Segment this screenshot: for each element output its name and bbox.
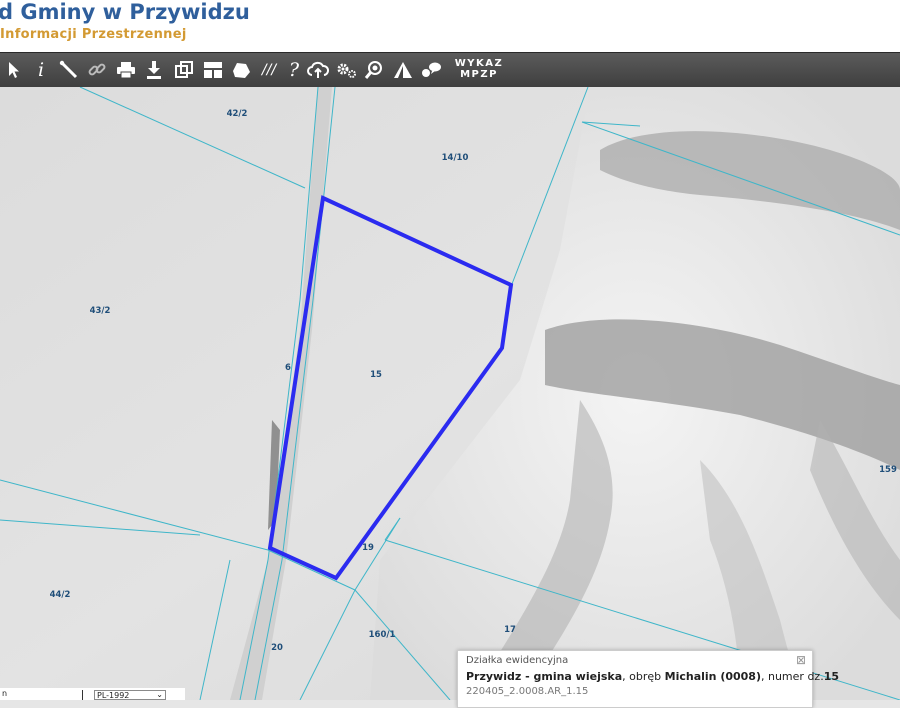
- chevron-down-icon: ⌄: [156, 690, 163, 699]
- map-canvas[interactable]: 42/2 14/10 43/2 6 15 159 19 44/2 160/1 1…: [0, 87, 900, 700]
- popup-obreb: Michalin (0008): [664, 670, 761, 683]
- mpzp-label: MPZP: [460, 69, 498, 80]
- app-subtitle: Informacji Przestrzennej: [0, 27, 187, 42]
- popup-place: Przywidz - gmina wiejska: [466, 670, 623, 683]
- app-title: d Gminy w Przywidzu: [0, 0, 250, 24]
- map-toolbar: i /// ? WYKAZ MPZP: [0, 52, 900, 87]
- crs-value: PL-1992: [97, 691, 130, 700]
- wykaz-label: WYKAZ: [454, 58, 504, 69]
- download-icon[interactable]: [143, 59, 165, 81]
- popup-numer: 15: [823, 670, 840, 683]
- link-icon[interactable]: [86, 59, 108, 81]
- parcel-label[interactable]: 6: [285, 363, 291, 373]
- close-icon[interactable]: ⊠: [795, 654, 807, 666]
- popup-parcel-id: 220405_2.0008.AR_1.15: [466, 686, 589, 697]
- layout-icon[interactable]: [202, 59, 224, 81]
- triangle-layer-icon[interactable]: [392, 59, 414, 81]
- comment-icon[interactable]: [420, 59, 442, 81]
- parcel-info-popup: Działka ewidencyjna Przywidz - gmina wie…: [457, 650, 839, 708]
- crs-select[interactable]: PL-1992 ⌄: [94, 690, 166, 700]
- zoom-search-icon[interactable]: [363, 59, 385, 81]
- scale-tick: [82, 690, 83, 700]
- parcel-label[interactable]: 14/10: [442, 153, 469, 163]
- parcel-label[interactable]: 15: [370, 370, 382, 380]
- hatch-icon[interactable]: ///: [258, 59, 280, 81]
- parcel-label[interactable]: 44/2: [50, 590, 71, 600]
- status-text: n: [2, 689, 8, 698]
- parcel-label[interactable]: 159: [879, 465, 897, 475]
- popup-numer-prefix: , numer dz.: [761, 670, 824, 683]
- settings-icon[interactable]: [335, 59, 357, 81]
- copy-icon[interactable]: [173, 59, 195, 81]
- info-icon[interactable]: i: [30, 59, 52, 81]
- parcel-label[interactable]: 43/2: [90, 306, 111, 316]
- app-header: d Gminy w Przywidzu Informacji Przestrze…: [0, 0, 900, 52]
- measure-line-icon[interactable]: [58, 59, 80, 81]
- parcel-label[interactable]: 160/1: [369, 630, 396, 640]
- parcel-label[interactable]: 17: [504, 625, 516, 635]
- help-icon[interactable]: ?: [283, 59, 305, 81]
- popup-obreb-prefix: , obręb: [622, 670, 665, 683]
- parcel-label[interactable]: 20: [271, 643, 283, 653]
- wykaz-mpzp-button[interactable]: WYKAZ MPZP: [452, 58, 506, 80]
- popup-description: Przywidz - gmina wiejska, obręb Michalin…: [466, 670, 839, 683]
- polygon-icon[interactable]: [230, 59, 252, 81]
- print-icon[interactable]: [115, 59, 137, 81]
- pointer-arrow-icon[interactable]: [3, 59, 25, 81]
- parcel-label[interactable]: 19: [362, 543, 374, 553]
- parcel-label[interactable]: 42/2: [227, 109, 248, 119]
- popup-heading: Działka ewidencyjna: [466, 655, 569, 666]
- cloud-upload-icon[interactable]: [307, 59, 329, 81]
